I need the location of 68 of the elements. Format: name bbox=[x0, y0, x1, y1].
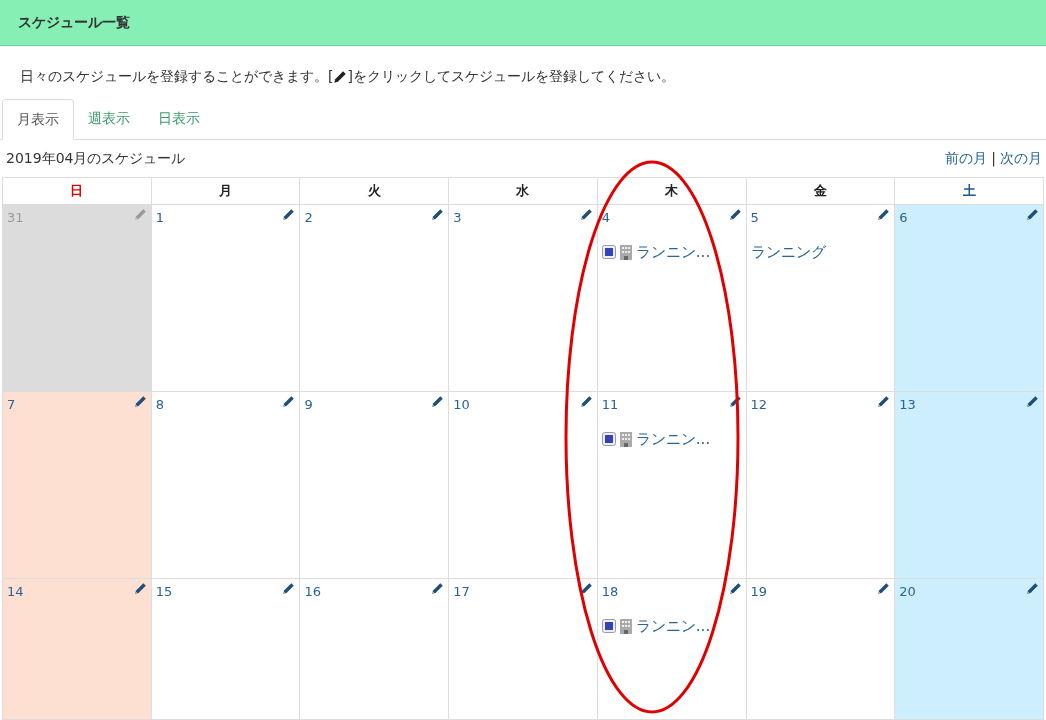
pencil-icon[interactable] bbox=[133, 581, 147, 595]
pencil-icon[interactable] bbox=[579, 207, 593, 221]
day-number[interactable]: 18 bbox=[601, 581, 619, 601]
day-number[interactable]: 1 bbox=[155, 207, 164, 227]
pencil-icon[interactable] bbox=[877, 581, 891, 595]
weekday-header: 土 bbox=[895, 178, 1044, 205]
link-separator: | bbox=[991, 149, 996, 169]
pencil-icon[interactable] bbox=[133, 394, 147, 408]
event-link[interactable]: ランニン... bbox=[635, 428, 711, 451]
day-number[interactable]: 13 bbox=[899, 394, 916, 414]
day-number[interactable]: 8 bbox=[155, 394, 164, 414]
day-number[interactable]: 17 bbox=[453, 581, 470, 601]
day-number[interactable]: 10 bbox=[453, 394, 470, 414]
day-number[interactable]: 6 bbox=[899, 207, 908, 227]
pencil-icon[interactable] bbox=[728, 394, 742, 408]
day-number[interactable]: 16 bbox=[304, 581, 321, 601]
weekday-header: 火 bbox=[300, 178, 450, 205]
next-month-link[interactable]: 次の月 bbox=[1000, 148, 1042, 169]
description-text: 日々のスケジュールを登録することができます。[ bbox=[20, 67, 334, 86]
day-number[interactable]: 14 bbox=[7, 581, 24, 601]
view-tab[interactable]: 日表示 bbox=[144, 99, 214, 138]
day-number[interactable]: 7 bbox=[7, 394, 16, 414]
day-number[interactable]: 15 bbox=[155, 581, 173, 601]
weekday-header: 金 bbox=[746, 178, 896, 205]
day-number[interactable]: 2 bbox=[304, 207, 313, 227]
pencil-icon[interactable] bbox=[877, 207, 891, 221]
pencil-icon[interactable] bbox=[431, 581, 445, 595]
day-number[interactable]: 4 bbox=[601, 207, 611, 227]
event-link[interactable]: ランニン... bbox=[635, 615, 711, 638]
pencil-icon[interactable] bbox=[579, 394, 593, 408]
pencil-icon[interactable] bbox=[728, 207, 742, 221]
pencil-icon[interactable] bbox=[1026, 394, 1039, 408]
pencil-icon[interactable] bbox=[728, 581, 742, 595]
weekday-header: 水 bbox=[449, 178, 598, 205]
pencil-icon[interactable] bbox=[1026, 581, 1039, 595]
event-link[interactable]: ランニング bbox=[750, 241, 826, 264]
view-tab[interactable]: 週表示 bbox=[74, 99, 144, 138]
pencil-icon[interactable] bbox=[579, 581, 593, 595]
day-number[interactable]: 3 bbox=[453, 207, 462, 227]
pencil-icon[interactable] bbox=[282, 394, 296, 408]
building-icon bbox=[618, 244, 633, 261]
weekday-header: 日 bbox=[3, 178, 152, 205]
weekly-badge-icon bbox=[601, 619, 616, 634]
pencil-icon[interactable] bbox=[1026, 207, 1039, 221]
weekday-header: 月 bbox=[151, 178, 301, 205]
prev-month-link[interactable]: 前の月 bbox=[945, 148, 988, 169]
day-number[interactable]: 5 bbox=[750, 207, 759, 227]
pencil-icon[interactable] bbox=[282, 581, 296, 595]
weekday-header: 木 bbox=[597, 178, 747, 205]
description-text: ]をクリックしてスケジュールを登録してください。 bbox=[347, 67, 675, 86]
building-icon bbox=[618, 618, 633, 635]
view-tab[interactable]: 月表示 bbox=[2, 99, 74, 140]
day-number[interactable]: 12 bbox=[750, 394, 768, 414]
day-number[interactable]: 11 bbox=[601, 394, 619, 414]
weekly-badge-icon bbox=[601, 432, 616, 447]
event-link[interactable]: ランニン... bbox=[635, 241, 711, 264]
pencil-icon[interactable] bbox=[877, 394, 891, 408]
day-number[interactable]: 9 bbox=[304, 394, 313, 414]
panel-header: スケジュール一覧 bbox=[0, 0, 1046, 46]
weekly-badge-icon bbox=[601, 245, 616, 260]
day-number[interactable]: 19 bbox=[750, 581, 768, 601]
day-number[interactable]: 20 bbox=[899, 581, 916, 601]
calendar-title: 2019年04月のスケジュール bbox=[6, 149, 186, 168]
pencil-icon[interactable] bbox=[431, 207, 445, 221]
pencil-icon[interactable] bbox=[431, 394, 445, 408]
pencil-icon[interactable] bbox=[282, 207, 296, 221]
building-icon bbox=[618, 431, 633, 448]
pencil-icon bbox=[333, 69, 348, 84]
